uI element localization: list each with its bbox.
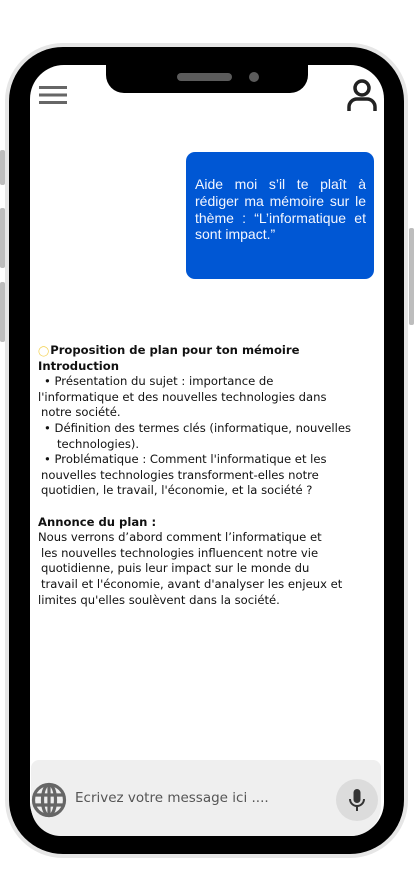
lightbulb-icon: ◯ <box>38 346 50 357</box>
assistant-response: ◯Proposition de plan pour ton mémoire In… <box>38 343 388 608</box>
response-line: • Problématique : Comment l'informatique… <box>44 452 327 467</box>
response-line: Introduction <box>38 358 119 373</box>
response-line: • Présentation du sujet : importance de <box>44 374 274 389</box>
response-line: quotidienne, puis leur impact sur le mon… <box>41 561 310 576</box>
user-message-bubble: Aide moi s’il te plaît à rédiger ma mémo… <box>186 152 374 279</box>
microphone-icon <box>349 789 365 811</box>
response-line: Annonce du plan : <box>38 514 157 529</box>
response-line: les nouvelles technologies influencent n… <box>41 545 319 560</box>
user-icon[interactable] <box>346 78 378 112</box>
hamburger-icon[interactable] <box>38 84 68 106</box>
response-line: l'informatique et des nouvelles technolo… <box>38 389 327 404</box>
response-line: quotidien, le travail, l'économie, et la… <box>41 483 313 498</box>
front-camera <box>249 72 259 82</box>
globe-icon[interactable] <box>31 782 67 818</box>
response-line: travail et l'économie, avant d'analyser … <box>41 576 343 591</box>
response-line: technologies). <box>57 436 140 451</box>
response-line: limites qu'elles soulèvent dans la socié… <box>38 592 280 607</box>
response-line: nouvelles technologies transforment-elle… <box>41 467 319 482</box>
phone-power-button <box>409 228 414 325</box>
response-title: ◯Proposition de plan pour ton mémoire <box>38 343 300 357</box>
message-input[interactable]: Ecrivez votre message ici .... <box>75 790 269 806</box>
response-line: Nous verrons d’abord comment l’informati… <box>38 530 322 545</box>
speaker-grille <box>177 73 232 81</box>
user-message-text: Aide moi s’il te plaît à rédiger ma mémo… <box>195 176 366 243</box>
response-line: notre société. <box>41 405 121 420</box>
microphone-button[interactable] <box>336 779 378 821</box>
response-line: • Définition des termes clés (informatiq… <box>44 420 352 435</box>
